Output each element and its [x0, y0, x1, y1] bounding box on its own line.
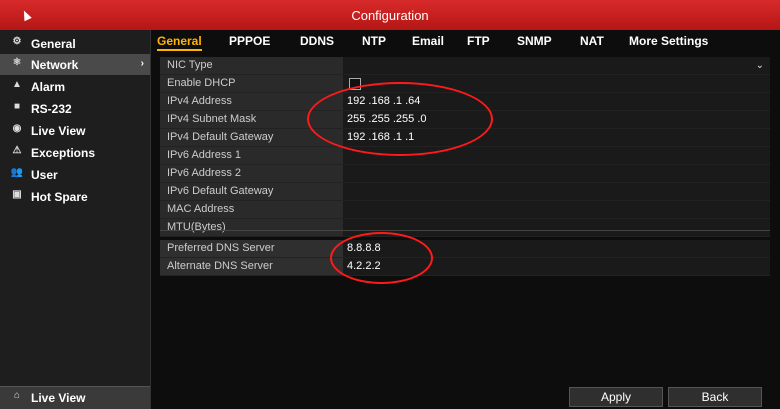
window-title: Configuration [351, 8, 429, 23]
tab-pppoe[interactable]: PPPOE [229, 34, 270, 48]
sidebar-bottom-item: ⌂ Live View [0, 387, 150, 408]
back-button[interactable]: Back [668, 387, 762, 407]
ipv6-address-1-input[interactable] [343, 147, 770, 164]
ipv6-default-gateway-input[interactable] [343, 183, 770, 200]
field-label: IPv6 Address 2 [160, 165, 347, 182]
sidebar: ⚙ General ⚛ Network › ▲ Alarm ■ RS-232 ◉… [0, 30, 151, 409]
network-general-form: NIC Type ⌄ Enable DHCP IPv4 Address 192 … [160, 54, 770, 276]
sidebar-item-label: RS-232 [31, 102, 72, 116]
sidebar-bottom-label: Live View [31, 391, 86, 405]
row-ipv4-address: IPv4 Address 192 .168 .1 .64 [160, 93, 770, 111]
sidebar-item-rs232[interactable]: ■ RS-232 [0, 98, 150, 119]
field-label: Enable DHCP [160, 75, 347, 92]
sidebar-item-label: Live View [31, 124, 86, 138]
sidebar-item-label: General [31, 37, 76, 51]
tab-email[interactable]: Email [412, 34, 444, 48]
ipv4-default-gateway-input[interactable]: 192 .168 .1 .1 [343, 129, 770, 146]
server-icon: ▣ [12, 189, 22, 200]
mac-address-value [343, 201, 770, 218]
tab-ntp[interactable]: NTP [362, 34, 386, 48]
section-divider [160, 230, 770, 231]
title-bar: Configuration [0, 0, 780, 30]
field-label: IPv4 Address [160, 93, 347, 110]
tab-bar: General PPPOE DDNS NTP Email FTP SNMP NA… [150, 30, 780, 52]
sidebar-item-label: Hot Spare [31, 190, 88, 204]
home-icon: ⌂ [13, 390, 21, 401]
field-label: IPv4 Subnet Mask [160, 111, 347, 128]
field-label: IPv6 Default Gateway [160, 183, 347, 200]
field-label: MTU(Bytes) [160, 219, 347, 236]
sidebar-item-label: User [31, 168, 58, 182]
enable-dhcp-field [343, 75, 770, 92]
sidebar-item-live-view[interactable]: ◉ Live View [0, 120, 150, 141]
ipv6-address-2-input[interactable] [343, 165, 770, 182]
field-label: IPv4 Default Gateway [160, 129, 347, 146]
row-ipv6-address-1: IPv6 Address 1 [160, 147, 770, 165]
sidebar-item-label: Exceptions [31, 146, 96, 160]
eye-icon: ◉ [12, 123, 22, 134]
users-icon: 👥 [10, 167, 24, 178]
ipv4-subnet-mask-input[interactable]: 255 .255 .255 .0 [343, 111, 770, 128]
sidebar-item-exceptions[interactable]: ⚠ Exceptions [0, 142, 150, 163]
nic-type-select[interactable]: ⌄ [343, 57, 770, 74]
row-ipv6-default-gateway: IPv6 Default Gateway [160, 183, 770, 201]
sidebar-item-network[interactable]: ⚛ Network › [0, 54, 150, 75]
enable-dhcp-checkbox[interactable] [349, 78, 361, 90]
row-enable-dhcp: Enable DHCP [160, 75, 770, 93]
row-mtu: MTU(Bytes) [160, 219, 770, 237]
bell-icon: ▲ [12, 79, 22, 90]
ipv4-address-input[interactable]: 192 .168 .1 .64 [343, 93, 770, 110]
field-label: Alternate DNS Server [160, 258, 347, 275]
sidebar-item-hot-spare[interactable]: ▣ Hot Spare [0, 186, 150, 207]
field-label: MAC Address [160, 201, 347, 218]
sidebar-item-label: Network [31, 58, 79, 72]
apply-button[interactable]: Apply [569, 387, 663, 407]
sidebar-live-view-button[interactable]: ⌂ Live View [0, 386, 150, 409]
tab-ftp[interactable]: FTP [467, 34, 490, 48]
field-label: NIC Type [160, 57, 347, 74]
row-ipv6-address-2: IPv6 Address 2 [160, 165, 770, 183]
tab-ddns[interactable]: DDNS [300, 34, 334, 48]
row-mac-address: MAC Address [160, 201, 770, 219]
field-label: IPv6 Address 1 [160, 147, 347, 164]
mtu-input[interactable] [343, 219, 770, 236]
sidebar-item-general[interactable]: ⚙ General [0, 33, 150, 54]
row-nic-type: NIC Type ⌄ [160, 57, 770, 75]
warning-icon: ⚠ [12, 145, 22, 156]
field-label: Preferred DNS Server [160, 240, 347, 257]
serial-icon: ■ [13, 101, 21, 112]
row-alternate-dns: Alternate DNS Server 4.2.2.2 [160, 258, 770, 276]
chevron-right-icon: › [140, 58, 144, 69]
gear-icon: ⚙ [12, 36, 22, 47]
alternate-dns-input[interactable]: 4.2.2.2 [343, 258, 770, 275]
tab-nat[interactable]: NAT [580, 34, 604, 48]
row-preferred-dns: Preferred DNS Server 8.8.8.8 [160, 240, 770, 258]
sidebar-item-alarm[interactable]: ▲ Alarm [0, 76, 150, 97]
tab-snmp[interactable]: SNMP [517, 34, 552, 48]
preferred-dns-input[interactable]: 8.8.8.8 [343, 240, 770, 257]
network-icon: ⚛ [12, 57, 22, 68]
tab-more-settings[interactable]: More Settings [629, 34, 708, 48]
row-ipv4-subnet-mask: IPv4 Subnet Mask 255 .255 .255 .0 [160, 111, 770, 129]
sidebar-item-label: Alarm [31, 80, 66, 94]
tab-general[interactable]: General [157, 34, 202, 51]
chevron-down-icon: ⌄ [755, 60, 764, 71]
row-ipv4-default-gateway: IPv4 Default Gateway 192 .168 .1 .1 [160, 129, 770, 147]
sidebar-item-user[interactable]: 👥 User [0, 164, 150, 185]
